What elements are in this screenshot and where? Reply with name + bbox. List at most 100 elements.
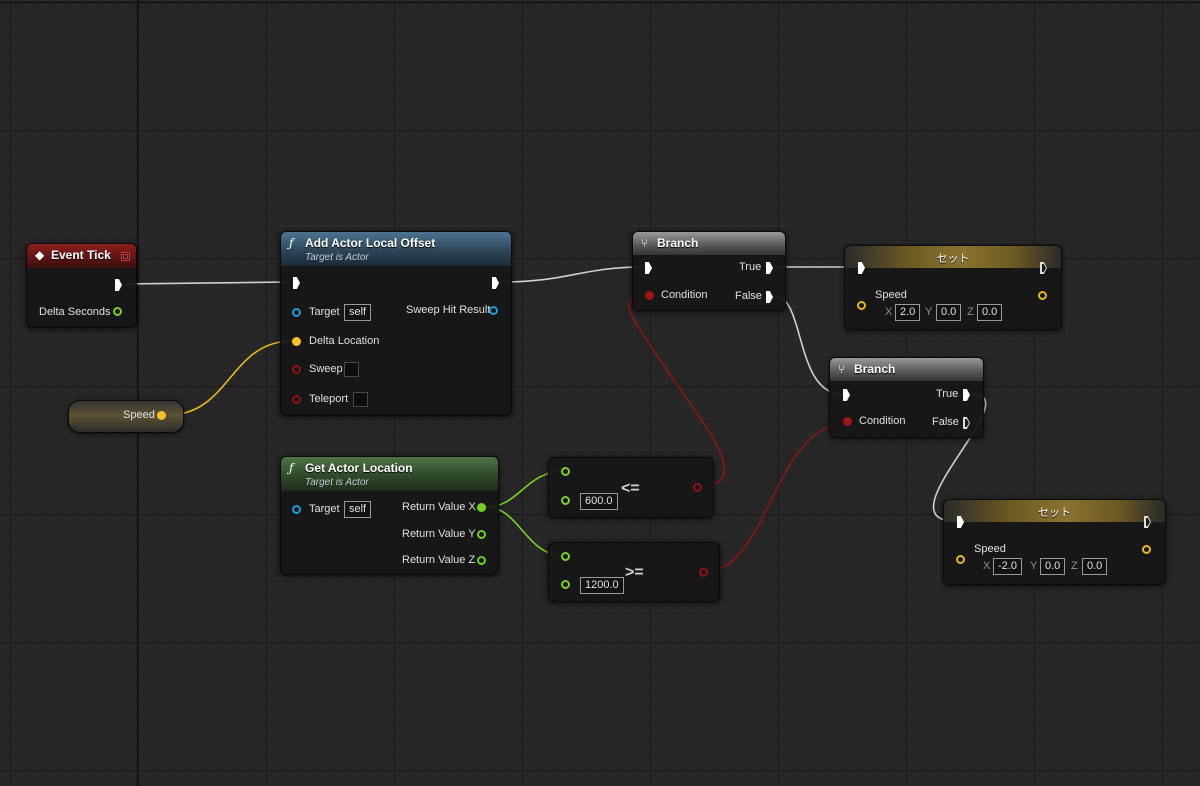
get-location-target-pin[interactable]: [292, 505, 301, 514]
le-value-field[interactable]: 600.0: [580, 493, 618, 510]
set-1-header: セット: [845, 246, 1061, 268]
set-2-title: セット: [1038, 507, 1071, 519]
set-1-y-label: Y: [925, 306, 933, 318]
le-operator-label: <=: [621, 480, 640, 497]
set-1-speed-label: Speed: [875, 289, 907, 301]
branch-1-header: ⑂ Branch: [633, 232, 785, 255]
branch-1-condition-pin[interactable]: [645, 291, 654, 300]
event-tick-title: Event Tick: [51, 248, 111, 262]
le-input-b-pin[interactable]: [561, 496, 570, 505]
ge-output-pin[interactable]: [699, 568, 708, 577]
return-value-y-pin[interactable]: [477, 530, 486, 539]
add-offset-title: Add Actor Local Offset: [305, 236, 436, 250]
set-1-speed-in-pin[interactable]: [857, 301, 866, 310]
sweep-hit-result-label: Sweep Hit Result: [406, 304, 491, 316]
event-tick-header: ◆ Event Tick: [27, 244, 136, 268]
teleport-checkbox[interactable]: [353, 392, 368, 407]
get-location-target-label: Target: [309, 503, 340, 515]
set-2-z-field[interactable]: 0.0: [1082, 558, 1108, 575]
set-2-header: セット: [944, 500, 1165, 522]
branch-2-header: ⑂ Branch: [830, 358, 983, 381]
branch-2-title: Branch: [854, 362, 896, 376]
get-location-header: ƒ Get Actor Location Target is Actor: [281, 457, 498, 491]
branch-1-title: Branch: [657, 236, 699, 250]
event-diamond-icon: ◆: [35, 248, 45, 262]
speed-getter-node[interactable]: Speed: [68, 400, 184, 433]
return-value-x-label: Return Value X: [402, 501, 476, 513]
set-1-title: セット: [936, 253, 970, 265]
ge-operator-label: >=: [625, 564, 644, 581]
return-value-z-pin[interactable]: [477, 556, 486, 565]
le-output-pin[interactable]: [693, 483, 702, 492]
set-speed-node-2[interactable]: セット Speed X -2.0 Y 0.0 Z 0.0: [943, 499, 1166, 585]
set-1-speed-out-pin[interactable]: [1038, 291, 1047, 300]
return-value-y-label: Return Value Y: [402, 528, 476, 540]
set-speed-node-1[interactable]: セット Speed X 2.0 Y 0.0 Z 0.0: [844, 245, 1062, 330]
wire-ge-to-branch2-cond: [702, 421, 847, 573]
sweep-label: Sweep: [309, 363, 343, 375]
set-1-z-field[interactable]: 0.0: [977, 304, 1003, 321]
delta-seconds-pin[interactable]: [113, 307, 122, 316]
branch-1-true-label: True: [739, 261, 762, 273]
graph-origin-horizontal: [0, 2, 1200, 3]
event-tick-node[interactable]: ◆ Event Tick Delta Seconds: [26, 243, 137, 328]
get-location-title: Get Actor Location: [305, 461, 413, 475]
branch-2-true-label: True: [936, 388, 959, 400]
speed-getter-label: Speed: [123, 409, 155, 421]
branch-2-condition-pin[interactable]: [843, 417, 852, 426]
delta-location-label: Delta Location: [309, 335, 380, 347]
branch-2-false-label: False: [932, 416, 959, 428]
sweep-pin[interactable]: [292, 365, 301, 374]
compare-less-equal-node[interactable]: 600.0 <=: [548, 457, 714, 518]
wire-tick-to-offset: [124, 281, 289, 285]
get-location-target-field[interactable]: self: [344, 501, 372, 518]
add-offset-subtitle: Target is Actor: [305, 252, 369, 263]
wire-offset-to-branch1: [499, 266, 646, 283]
branch-1-condition-label: Condition: [661, 289, 708, 301]
branch-node-1[interactable]: ⑂ Branch True Condition False: [632, 231, 786, 311]
compare-greater-equal-node[interactable]: 1200.0 >=: [548, 542, 720, 602]
branch-1-false-label: False: [735, 290, 762, 302]
delegate-pin-icon[interactable]: [121, 252, 130, 261]
graph-origin-vertical: [137, 0, 138, 786]
set-2-y-label: Y: [1030, 560, 1038, 572]
set-2-z-label: Z: [1071, 560, 1078, 572]
delta-seconds-label: Delta Seconds: [39, 306, 111, 318]
ge-input-a-pin[interactable]: [561, 552, 570, 561]
le-input-a-pin[interactable]: [561, 467, 570, 476]
get-actor-location-node[interactable]: ƒ Get Actor Location Target is Actor Tar…: [280, 456, 499, 575]
add-actor-local-offset-node[interactable]: ƒ Add Actor Local Offset Target is Actor…: [280, 231, 512, 416]
branch-icon: ⑂: [838, 362, 846, 376]
set-1-y-field[interactable]: 0.0: [936, 304, 962, 321]
branch-icon: ⑂: [641, 236, 649, 250]
add-offset-target-field[interactable]: self: [344, 304, 372, 321]
set-2-speed-out-pin[interactable]: [1142, 545, 1151, 554]
teleport-pin[interactable]: [292, 395, 301, 404]
sweep-hit-result-pin[interactable]: [489, 306, 498, 315]
set-2-speed-in-pin[interactable]: [956, 555, 965, 564]
wires-layer: [124, 266, 987, 573]
wire-speed-to-delta: [167, 340, 293, 416]
return-value-x-pin[interactable]: [477, 503, 486, 512]
function-icon: ƒ: [289, 461, 294, 475]
set-2-speed-label: Speed: [974, 543, 1006, 555]
set-2-x-field[interactable]: -2.0: [993, 558, 1022, 575]
add-offset-header: ƒ Add Actor Local Offset Target is Actor: [281, 232, 511, 266]
set-2-x-label: X: [983, 560, 991, 572]
set-2-y-field[interactable]: 0.0: [1040, 558, 1066, 575]
teleport-label: Teleport: [309, 393, 349, 405]
ge-value-field[interactable]: 1200.0: [580, 577, 624, 594]
return-value-z-label: Return Value Z: [402, 554, 476, 566]
branch-node-2[interactable]: ⑂ Branch True Condition False: [829, 357, 984, 438]
set-1-x-field[interactable]: 2.0: [895, 304, 921, 321]
function-icon: ƒ: [289, 236, 294, 250]
add-offset-target-pin[interactable]: [292, 308, 301, 317]
branch-2-condition-label: Condition: [859, 415, 906, 427]
set-1-x-label: X: [885, 306, 893, 318]
ge-input-b-pin[interactable]: [561, 580, 570, 589]
speed-getter-pin[interactable]: [157, 411, 166, 420]
sweep-checkbox[interactable]: [344, 362, 359, 377]
set-1-z-label: Z: [967, 306, 974, 318]
delta-location-pin[interactable]: [292, 337, 301, 346]
get-location-subtitle: Target is Actor: [305, 477, 369, 488]
